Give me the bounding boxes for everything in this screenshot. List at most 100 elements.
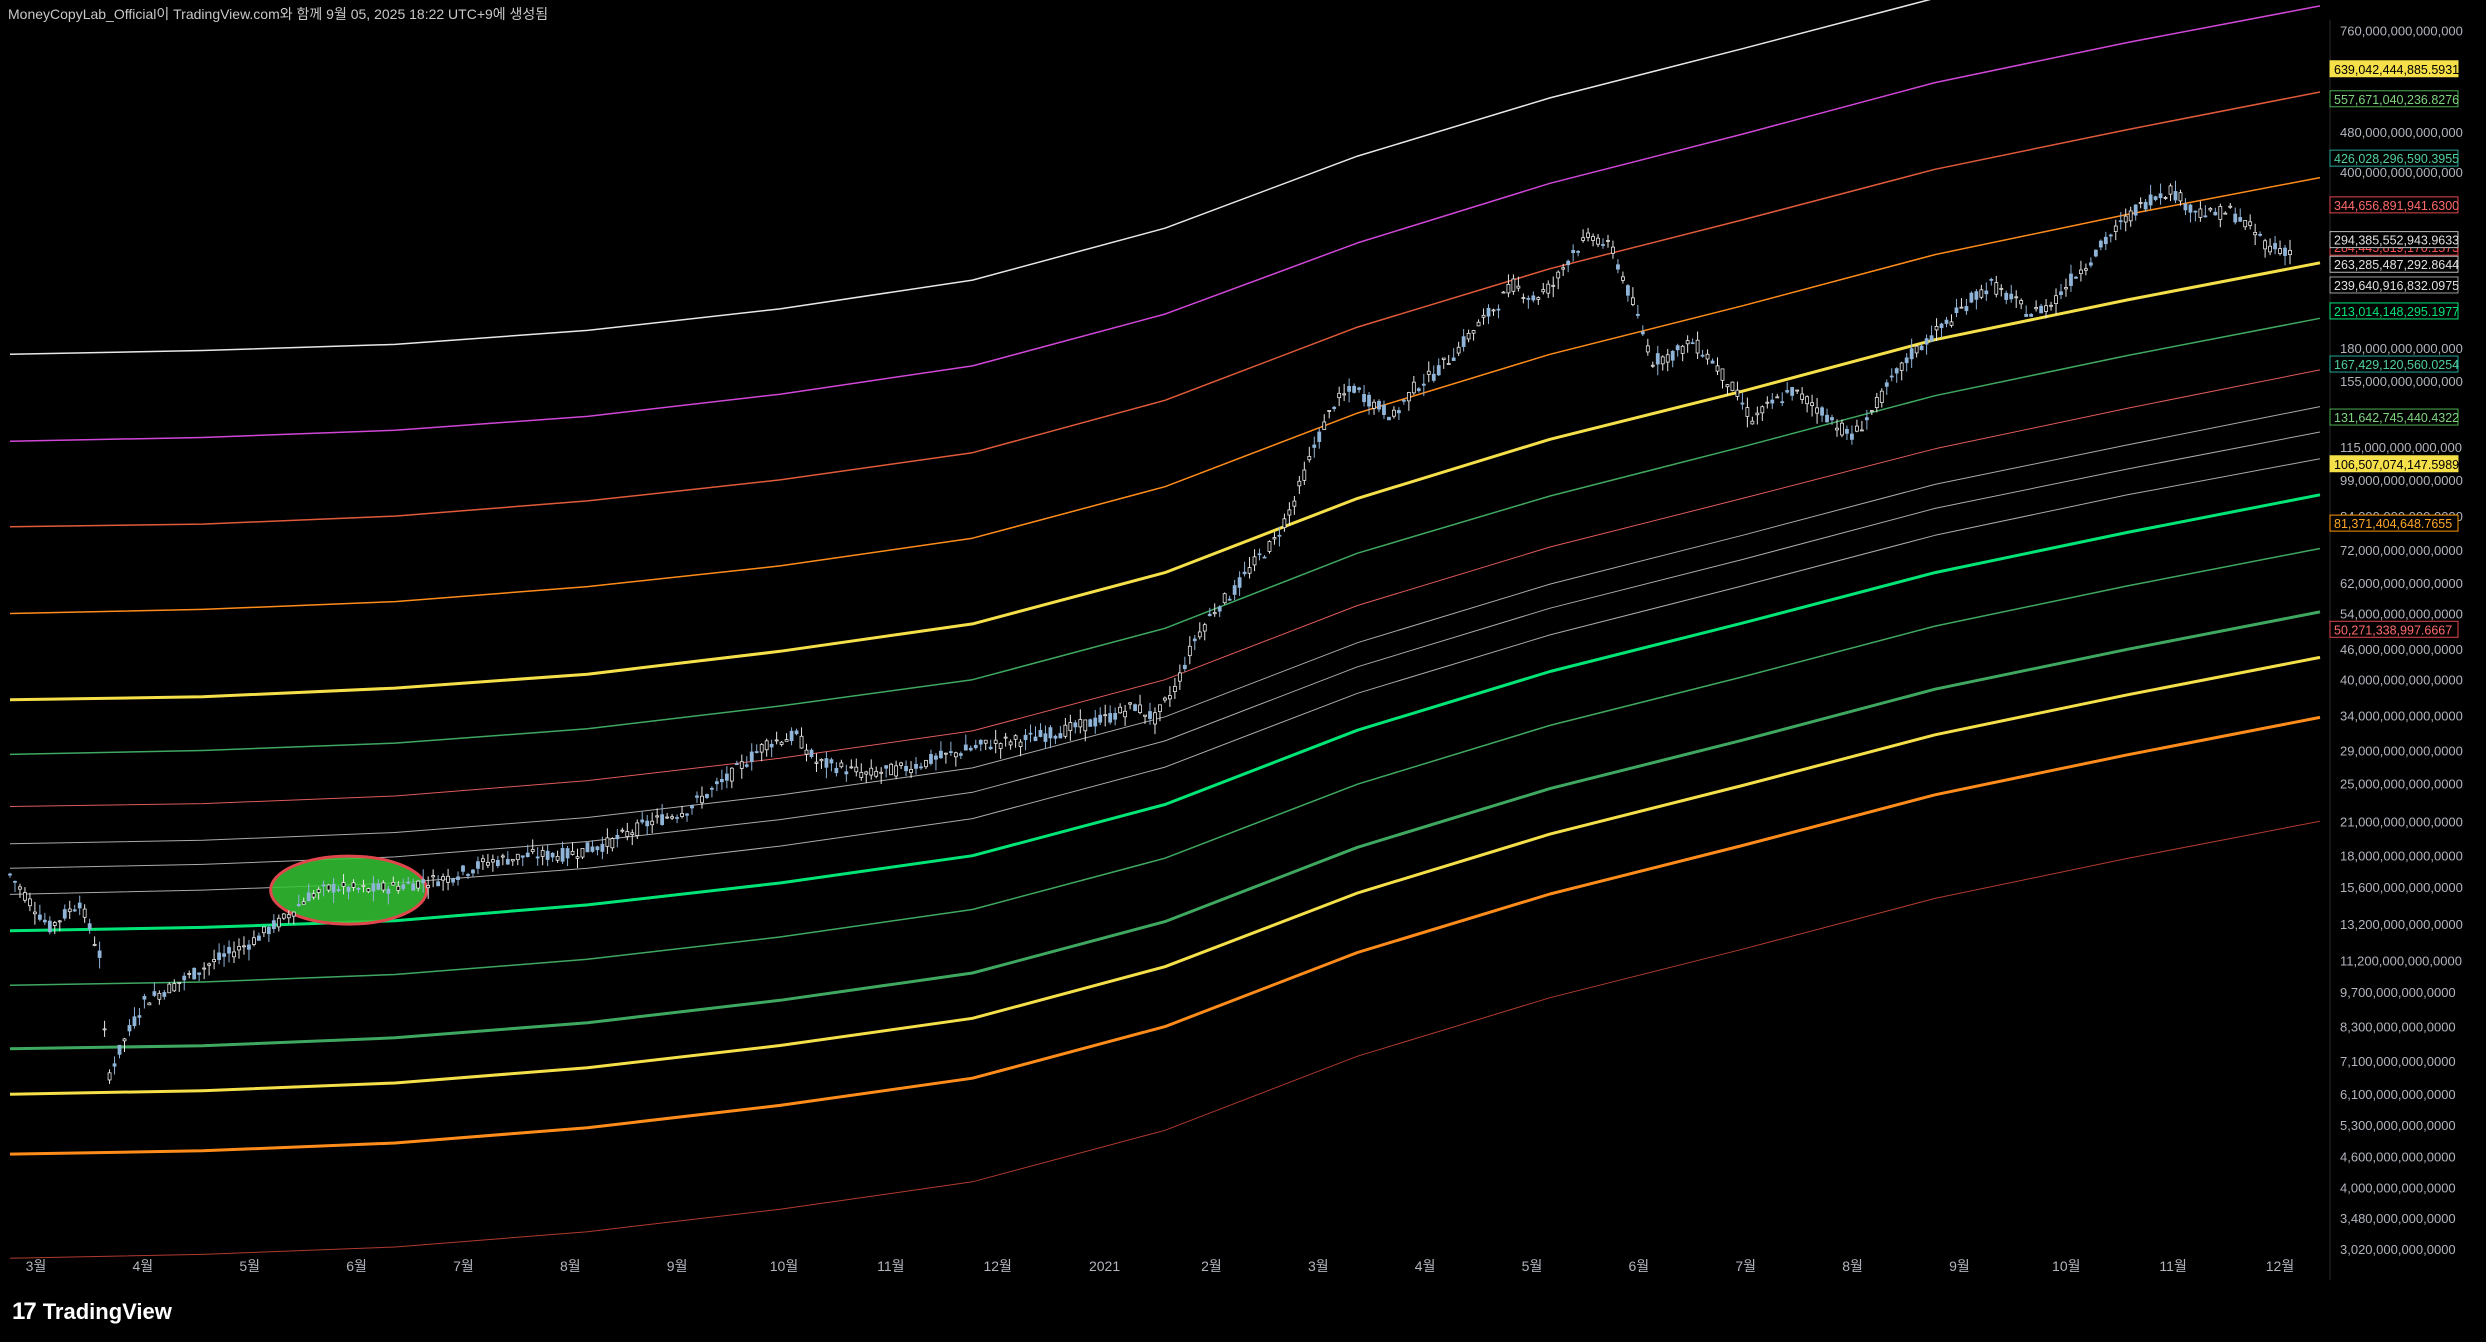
- y-tick-label: 13,200,000,000,0000: [2340, 917, 2463, 932]
- candle-body: [530, 849, 535, 853]
- candle-body: [1959, 306, 1964, 309]
- candle-body: [2203, 215, 2208, 218]
- candle-body: [1128, 702, 1132, 705]
- candle-body: [1322, 421, 1327, 430]
- candle-body: [700, 795, 704, 804]
- tradingview-logo[interactable]: 17 TradingView: [12, 1297, 172, 1327]
- candle-body: [595, 846, 600, 851]
- candle-body: [1202, 624, 1207, 632]
- x-tick-label: 2021: [1089, 1258, 1120, 1274]
- candle-body: [28, 898, 32, 907]
- x-tick-label: 4월: [133, 1258, 154, 1274]
- candle-body: [2093, 249, 2098, 257]
- y-tick-label: 155,000,000,000,000: [2340, 374, 2463, 389]
- candle-body: [486, 861, 490, 866]
- candle-body: [2009, 293, 2014, 300]
- candle-body: [1023, 734, 1028, 741]
- candle-body: [784, 739, 789, 742]
- candle-body: [1506, 283, 1511, 294]
- candle-body: [1775, 396, 1780, 399]
- candle-body: [1177, 672, 1182, 682]
- candle-body: [2213, 211, 2218, 216]
- x-tick-label: 11월: [2159, 1258, 2186, 1274]
- band-lines: [9, 0, 2321, 1259]
- candle-body: [1894, 368, 1899, 374]
- candle-body: [909, 768, 913, 773]
- candle-body: [1292, 500, 1297, 507]
- candle-body: [675, 817, 679, 819]
- candle-body: [1815, 407, 1819, 414]
- candle-body: [202, 967, 207, 970]
- candle-body: [1481, 314, 1486, 318]
- y-tick-label: 480,000,000,000,000: [2340, 125, 2463, 140]
- y-tick-label: 40,000,000,000,0000: [2340, 673, 2463, 688]
- candle-body: [2123, 215, 2128, 223]
- candle-body: [1411, 381, 1416, 394]
- candle-body: [127, 1025, 132, 1032]
- candle-body: [1451, 357, 1456, 361]
- candle-body: [1909, 348, 1914, 360]
- candle-body: [57, 920, 62, 923]
- tradingview-logo-icon: 17: [12, 1298, 37, 1325]
- candle-body: [1531, 295, 1536, 301]
- band-line: [9, 176, 2321, 615]
- candle-body: [1616, 264, 1620, 270]
- candle-body: [471, 869, 475, 874]
- candle-body: [2138, 202, 2143, 204]
- candle-body: [1835, 427, 1839, 431]
- candle-body: [1630, 297, 1635, 305]
- candle-body: [157, 992, 162, 1000]
- candle-body: [1934, 326, 1939, 331]
- candle-body: [968, 747, 973, 751]
- candle-body: [341, 882, 346, 887]
- candle-body: [978, 739, 983, 745]
- candle-body: [1312, 444, 1317, 448]
- candle-body: [1421, 383, 1426, 386]
- price-chart[interactable]: 760,000,000,000,000 480,000,000,000,000 40…: [0, 0, 2486, 1342]
- candle-body: [729, 767, 734, 782]
- candle-body: [1347, 386, 1352, 392]
- candle-body: [630, 832, 635, 836]
- price-tag-label: 639,042,444,885.5931: [2334, 63, 2459, 77]
- candle-body: [1382, 404, 1386, 415]
- candle-body: [281, 913, 286, 919]
- candle-body: [864, 771, 869, 775]
- candle-body: [97, 950, 102, 958]
- candle-body: [948, 751, 953, 753]
- candle-body: [1511, 278, 1516, 292]
- candle-body: [495, 859, 500, 867]
- candle-body: [1113, 713, 1118, 720]
- candle-body: [1297, 480, 1302, 487]
- x-axis[interactable]: 3월 4월 5월 6월 7월 8월 9월 10월 11월 12월 2021 2월 3월 4월 5월 6월 7월 8…: [26, 1258, 2295, 1274]
- candle-body: [600, 843, 605, 852]
- candle-body: [1919, 345, 1924, 351]
- candle-body: [1118, 706, 1123, 714]
- candle-body: [1561, 267, 1566, 270]
- candle-body: [1949, 321, 1954, 326]
- candle-body: [62, 909, 67, 919]
- candle-body: [1143, 714, 1147, 717]
- candle-body: [1690, 342, 1695, 345]
- candle-body: [1715, 365, 1720, 372]
- candle-body: [545, 850, 550, 860]
- y-tick-label: 8,300,000,000,0000: [2340, 1019, 2456, 1034]
- candle-body: [2198, 208, 2203, 218]
- candle-body: [2024, 313, 2029, 317]
- candle-body: [172, 983, 177, 992]
- candle-body: [799, 735, 804, 749]
- candle-body: [1242, 571, 1247, 575]
- candle-body: [1939, 323, 1944, 329]
- candle-body: [710, 787, 714, 790]
- candle-body: [2059, 291, 2063, 296]
- candle-body: [87, 923, 92, 930]
- candle-body: [167, 983, 172, 994]
- candle-body: [102, 1028, 107, 1031]
- candle-body: [1640, 331, 1645, 335]
- candle-body: [386, 888, 391, 894]
- candle-body: [1536, 297, 1541, 300]
- price-tag-label: 131,642,745,440.4322: [2334, 411, 2459, 425]
- candle-body: [1008, 741, 1013, 746]
- candle-body: [2049, 304, 2053, 307]
- candle-body: [1227, 598, 1232, 601]
- price-tag-label: 106,507,074,147.5989: [2334, 458, 2459, 472]
